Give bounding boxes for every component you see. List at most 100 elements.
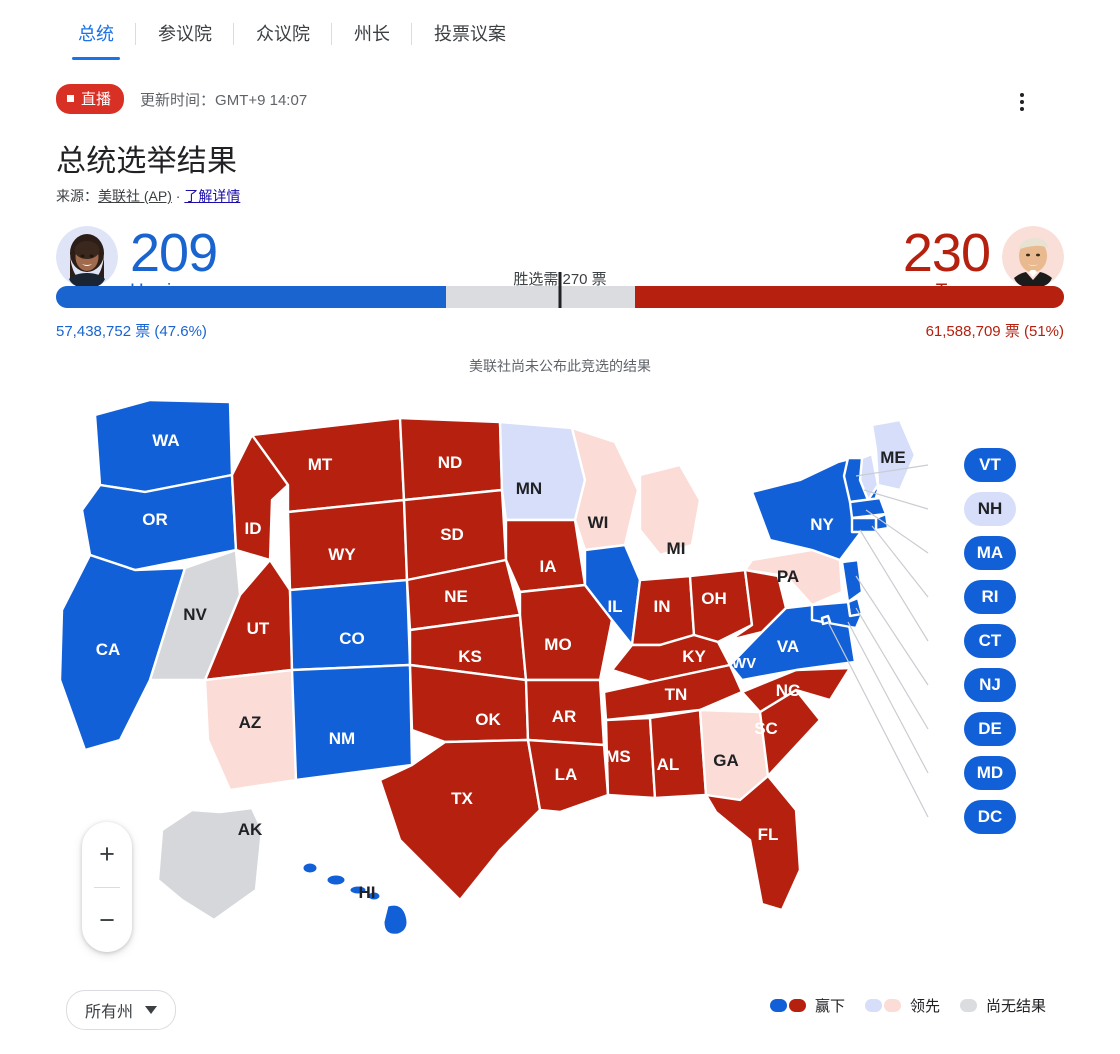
- us-electoral-map[interactable]: WA OR CA NV ID MT WY UT AZ CO NM ND SD N…: [0, 380, 1120, 980]
- legend-dot-no-result: [959, 999, 977, 1012]
- tab-label: 州长: [354, 24, 390, 44]
- state-FL[interactable]: [704, 774, 802, 912]
- popular-votes-row: 57,438,752 票 (47.6%) 61,588,709 票 (51%): [56, 320, 1064, 342]
- legend-item-won: 赢下: [769, 995, 845, 1016]
- state-WI[interactable]: [570, 426, 640, 552]
- harris-electoral-votes: 209: [130, 223, 218, 283]
- legend-dot-rep-lead: [883, 999, 901, 1012]
- tab-senate[interactable]: 参议院: [136, 14, 234, 54]
- state-pill-MD[interactable]: MD: [964, 756, 1016, 790]
- tab-president[interactable]: 总统: [56, 14, 136, 60]
- no-result-note: 美联社尚未公布此竞选的结果: [469, 358, 651, 374]
- tab-ballot-measures[interactable]: 投票议案: [412, 14, 528, 54]
- tab-label: 参议院: [158, 24, 212, 44]
- update-time-value: GMT+9 14:07: [215, 91, 308, 109]
- state-pill-DC[interactable]: DC: [964, 800, 1016, 834]
- state-IA[interactable]: [504, 518, 587, 594]
- zoom-divider: [94, 886, 120, 888]
- source-prefix: 来源：: [56, 188, 98, 204]
- trump-electoral-votes: 230: [902, 223, 991, 283]
- source-name: 美联社 (AP): [98, 188, 172, 204]
- legend-label-no-result: 尚无结果: [985, 998, 1046, 1015]
- state-MI[interactable]: [638, 463, 702, 557]
- legend-dot-dem-lead: [864, 999, 882, 1012]
- state-pill-CT[interactable]: CT: [964, 624, 1016, 658]
- state-WY[interactable]: [286, 498, 409, 592]
- state-pill-VT[interactable]: VT: [964, 448, 1016, 482]
- map-footer: 所有州 赢下 领先 尚无结果: [0, 985, 1120, 1045]
- status-row: 直播 更新时间：GMT+9 14:07: [0, 54, 1120, 114]
- state-AL[interactable]: [648, 708, 708, 800]
- avatar-trump: [1002, 226, 1064, 288]
- state-OR[interactable]: [80, 473, 238, 572]
- map-zoom-control[interactable]: + −: [82, 822, 132, 952]
- state-selector-dropdown[interactable]: 所有州: [66, 990, 177, 1030]
- learn-more-link[interactable]: 了解详情: [184, 188, 240, 204]
- state-pill-MA[interactable]: MA: [964, 536, 1016, 570]
- state-RI[interactable]: [874, 512, 890, 532]
- state-ME[interactable]: [870, 418, 917, 492]
- state-pill-label: CT: [978, 631, 1002, 650]
- status-badge-live: 直播: [56, 84, 125, 114]
- tab-house[interactable]: 众议院: [234, 14, 332, 54]
- state-pill-label: NH: [977, 499, 1003, 518]
- state-AK[interactable]: [156, 806, 264, 922]
- state-pill-label: NJ: [979, 675, 1001, 694]
- source-line: 来源：美联社 (AP) · 了解详情: [0, 180, 1120, 206]
- zoom-in-button[interactable]: +: [82, 832, 132, 876]
- legend-label-won: 赢下: [814, 998, 845, 1015]
- race-summary: 209 Harris 230 Trump 胜选需 2: [56, 220, 1064, 312]
- update-time: 更新时间：GMT+9 14:07: [140, 89, 307, 110]
- state-MN[interactable]: [498, 420, 587, 522]
- state-pill-NH[interactable]: NH: [964, 492, 1016, 526]
- state-pill-label: MA: [976, 543, 1004, 562]
- legend-swatch-leading: [864, 999, 901, 1012]
- tab-governor[interactable]: 州长: [332, 14, 412, 54]
- chevron-down-icon: [145, 1006, 158, 1014]
- source-separator: ·: [171, 188, 185, 204]
- state-CO[interactable]: [288, 578, 412, 672]
- avatar-harris: [56, 226, 118, 288]
- state-NM[interactable]: [290, 663, 414, 782]
- state-pill-label: DC: [977, 807, 1003, 826]
- legend-dot-rep-win: [788, 999, 806, 1012]
- us-map-svg[interactable]: WA OR CA NV ID MT WY UT AZ CO NM ND SD N…: [0, 380, 1120, 980]
- live-label: 直播: [81, 91, 112, 108]
- harris-popular-votes: 57,438,752 票 (47.6%): [56, 323, 207, 340]
- state-pill-label: MD: [976, 763, 1004, 782]
- state-pill-label: RI: [981, 587, 999, 606]
- state-ND[interactable]: [398, 416, 504, 502]
- primary-tabs: 总统 参议院 众议院 州长 投票议案: [0, 0, 1120, 60]
- legend-item-leading: 领先: [864, 995, 940, 1016]
- legend-item-no-result: 尚无结果: [959, 995, 1046, 1016]
- state-LA[interactable]: [526, 738, 610, 814]
- state-MS[interactable]: [604, 716, 657, 800]
- state-pill-RI[interactable]: RI: [964, 580, 1016, 614]
- electoral-bar-trump: [634, 286, 1064, 308]
- tab-active-underline: [72, 57, 120, 60]
- leader-line-DC: [827, 621, 929, 818]
- state-pill-DE[interactable]: DE: [964, 712, 1016, 746]
- page-title: 总统选举结果: [56, 145, 238, 178]
- tab-label: 投票议案: [434, 24, 506, 44]
- tab-label: 众议院: [256, 24, 310, 44]
- leader-line-MD: [847, 621, 929, 774]
- state-selector-label: 所有州: [85, 1004, 134, 1021]
- electoral-bar: [56, 272, 1064, 308]
- legend-label-leading: 领先: [909, 998, 940, 1015]
- legend-swatch-won: [769, 999, 806, 1012]
- leader-line-RI: [871, 525, 929, 598]
- state-AZ[interactable]: [203, 668, 298, 792]
- state-pill-NJ[interactable]: NJ: [964, 668, 1016, 702]
- state-AR[interactable]: [524, 678, 606, 747]
- state-CT[interactable]: [850, 516, 878, 534]
- threshold-tick: [558, 272, 562, 308]
- tab-label: 总统: [78, 24, 114, 44]
- state-HI[interactable]: [302, 862, 408, 935]
- map-legend: 赢下 领先 尚无结果: [769, 995, 1046, 1016]
- zoom-out-button[interactable]: −: [82, 898, 132, 942]
- state-IN[interactable]: [630, 574, 696, 647]
- legend-dot-dem-win: [769, 999, 787, 1012]
- overflow-menu-icon[interactable]: [1008, 88, 1036, 116]
- state-pill-label: VT: [979, 455, 1001, 474]
